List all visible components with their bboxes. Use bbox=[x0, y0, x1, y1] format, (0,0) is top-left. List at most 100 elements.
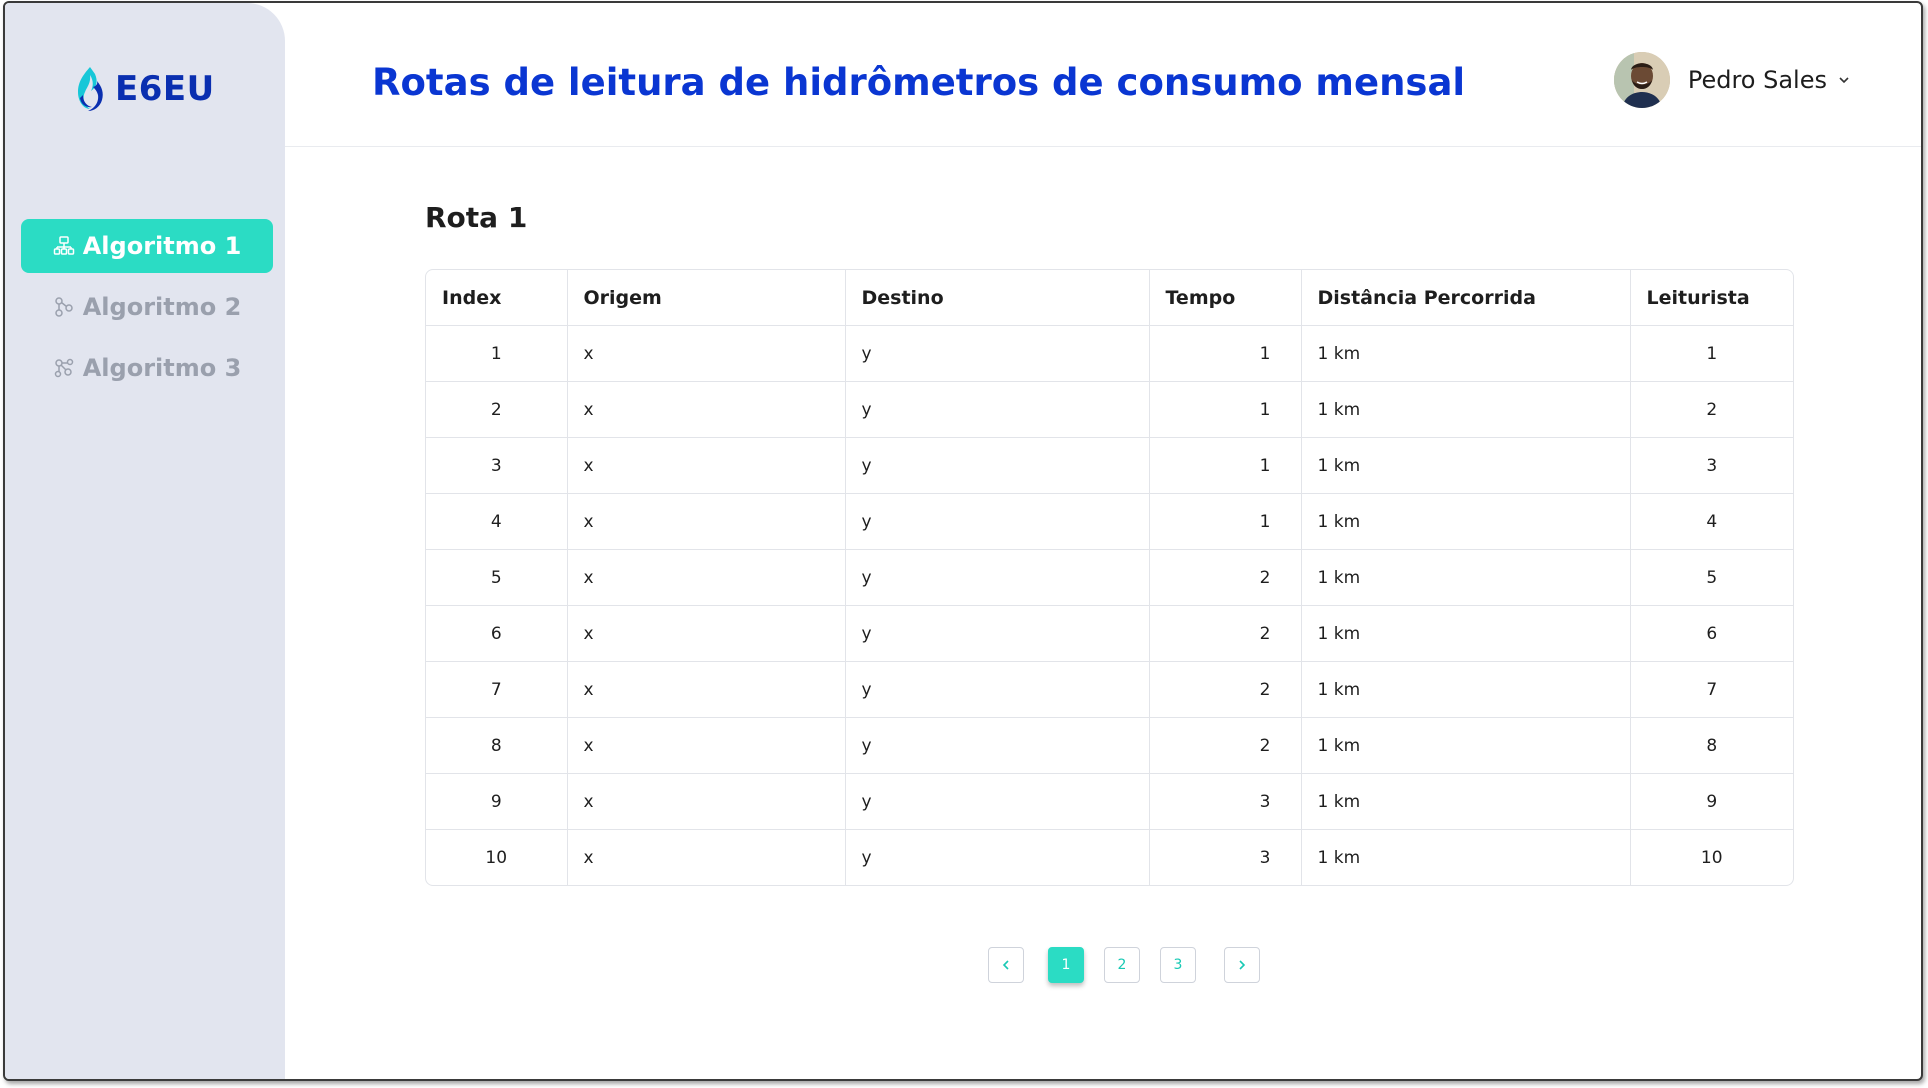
chevron-right-icon bbox=[1239, 960, 1246, 970]
top-header: Rotas de leitura de hidrômetros de consu… bbox=[285, 3, 1921, 147]
user-name: Pedro Sales bbox=[1687, 66, 1827, 94]
cell-origem: x bbox=[567, 661, 846, 718]
cell-leiturista: 7 bbox=[1630, 661, 1793, 718]
cell-destino: y bbox=[845, 381, 1150, 438]
cell-distancia: 1 km bbox=[1301, 829, 1631, 885]
cell-destino: y bbox=[845, 773, 1150, 830]
chevron-left-icon bbox=[1002, 960, 1009, 970]
cell-leiturista: 8 bbox=[1630, 717, 1793, 774]
table-row[interactable]: 2xy11 km 2 bbox=[426, 381, 1793, 438]
cell-origem: x bbox=[567, 381, 846, 438]
brand-name: E6EU bbox=[115, 69, 215, 109]
cell-distancia: 1 km bbox=[1301, 661, 1631, 718]
cell-destino: y bbox=[845, 717, 1150, 774]
sidebar-nav: Algoritmo 1 Algoritmo 2 Algoritmo 3 bbox=[21, 219, 273, 402]
table-body: 1xy11 km 1 2 x y 1 1 km 2 3 x y 1 1 km 3 4 x y 1 1 km 4 5 x y 2… bbox=[426, 325, 1793, 885]
table-row[interactable]: 7xy21 km 7 bbox=[426, 661, 1793, 718]
table-row[interactable]: 4xy11 km 4 bbox=[426, 493, 1793, 550]
cell-leiturista: 3 bbox=[1630, 437, 1793, 494]
cell-origem: x bbox=[567, 605, 846, 662]
table-row[interactable]: 8xy21 km 8 bbox=[426, 717, 1793, 774]
routes-table: Index Origem Destino Tempo Distância Per… bbox=[425, 269, 1794, 886]
cell-destino: y bbox=[845, 605, 1150, 662]
cell-tempo: 2 bbox=[1149, 549, 1302, 606]
chevron-down-icon bbox=[1839, 77, 1849, 84]
table-row[interactable]: 9xy31 km 9 bbox=[426, 773, 1793, 830]
page-button-1[interactable]: 1 bbox=[1048, 947, 1084, 983]
avatar bbox=[1613, 52, 1670, 108]
brand-logo[interactable]: E6EU bbox=[73, 65, 215, 113]
cell-distancia: 1 km bbox=[1301, 493, 1631, 550]
page-button-3[interactable]: 3 bbox=[1160, 947, 1196, 983]
cell-index: 9 bbox=[426, 773, 568, 830]
cell-tempo: 3 bbox=[1149, 773, 1302, 830]
cell-index: 5 bbox=[426, 549, 568, 606]
cell-tempo: 1 bbox=[1149, 493, 1302, 550]
cell-tempo: 2 bbox=[1149, 661, 1302, 718]
cell-leiturista: 5 bbox=[1630, 549, 1793, 606]
sidebar: E6EU Algoritmo 1 Algoritmo 2 Algoritmo 3 bbox=[5, 3, 285, 1079]
column-header-leiturista[interactable]: Leiturista bbox=[1630, 270, 1793, 326]
cell-leiturista: 2 bbox=[1630, 381, 1793, 438]
column-header-index[interactable]: Index bbox=[426, 270, 568, 326]
sidebar-item-algoritmo-1[interactable]: Algoritmo 1 bbox=[21, 219, 273, 273]
cell-origem: x bbox=[567, 717, 846, 774]
cell-destino: y bbox=[845, 549, 1150, 606]
pagination: 1 2 3 bbox=[988, 947, 1260, 983]
cell-index: 2 bbox=[426, 381, 568, 438]
cell-distancia: 1 km bbox=[1301, 437, 1631, 494]
cell-index: 1 bbox=[426, 325, 568, 382]
cell-distancia: 1 km bbox=[1301, 605, 1631, 662]
cell-index: 10 bbox=[426, 829, 568, 885]
cell-destino: y bbox=[845, 493, 1150, 550]
table-row[interactable]: 1xy11 km 1 bbox=[426, 325, 1793, 382]
cell-origem: x bbox=[567, 325, 846, 382]
nodes-icon bbox=[54, 297, 73, 317]
cell-destino: y bbox=[845, 661, 1150, 718]
previous-page-button[interactable] bbox=[988, 947, 1024, 983]
app-window: E6EU Algoritmo 1 Algoritmo 2 Algoritmo 3… bbox=[3, 1, 1923, 1081]
water-drop-logo-icon bbox=[78, 67, 103, 111]
table-row[interactable]: 3xy11 km 3 bbox=[426, 437, 1793, 494]
column-header-distancia[interactable]: Distância Percorrida bbox=[1301, 270, 1631, 326]
cell-tempo: 1 bbox=[1149, 437, 1302, 494]
sidebar-item-label: Algoritmo 3 bbox=[82, 354, 242, 382]
page-title: Rotas de leitura de hidrômetros de consu… bbox=[372, 61, 1466, 104]
cell-index: 8 bbox=[426, 717, 568, 774]
cell-leiturista: 10 bbox=[1700, 847, 1723, 868]
user-menu[interactable]: Pedro Sales bbox=[1613, 52, 1851, 108]
table-row[interactable]: 10 x y 3 1 km 10 bbox=[426, 829, 1793, 885]
cell-origem: x bbox=[567, 773, 846, 830]
cell-leiturista: 1 bbox=[1630, 325, 1793, 382]
next-page-button[interactable] bbox=[1224, 947, 1260, 983]
cell-index: 4 bbox=[426, 493, 568, 550]
cell-origem: x bbox=[567, 493, 846, 550]
cell-tempo: 1 bbox=[1149, 381, 1302, 438]
sidebar-item-label: Algoritmo 2 bbox=[82, 293, 242, 321]
column-header-origem[interactable]: Origem bbox=[567, 270, 846, 326]
cell-distancia: 1 km bbox=[1301, 717, 1631, 774]
cell-index: 6 bbox=[426, 605, 568, 662]
cell-tempo: 3 bbox=[1149, 829, 1302, 885]
cell-origem: x bbox=[567, 437, 846, 494]
cell-distancia: 1 km bbox=[1301, 325, 1631, 382]
cell-leiturista: 6 bbox=[1630, 605, 1793, 662]
table-header-row: Index Origem Destino Tempo Distância Per… bbox=[426, 270, 1793, 326]
sidebar-item-algoritmo-2[interactable]: Algoritmo 2 bbox=[21, 280, 273, 334]
table-row[interactable]: 6xy21 km 6 bbox=[426, 605, 1793, 662]
cell-destino: y bbox=[845, 325, 1150, 382]
cell-origem: x bbox=[567, 549, 846, 606]
cell-leiturista: 9 bbox=[1630, 773, 1793, 830]
section-title: Rota 1 bbox=[425, 201, 528, 234]
cell-tempo: 2 bbox=[1149, 605, 1302, 662]
cell-distancia: 1 km bbox=[1301, 381, 1631, 438]
sidebar-item-algoritmo-3[interactable]: Algoritmo 3 bbox=[21, 341, 273, 395]
cell-index: 3 bbox=[426, 437, 568, 494]
cell-distancia: 1 km bbox=[1301, 549, 1631, 606]
cell-index: 7 bbox=[426, 661, 568, 718]
page-button-2[interactable]: 2 bbox=[1104, 947, 1140, 983]
column-header-tempo[interactable]: Tempo bbox=[1149, 270, 1302, 326]
column-header-destino[interactable]: Destino bbox=[845, 270, 1150, 326]
table-row[interactable]: 5xy21 km 5 bbox=[426, 549, 1793, 606]
sidebar-item-label: Algoritmo 1 bbox=[82, 232, 242, 260]
